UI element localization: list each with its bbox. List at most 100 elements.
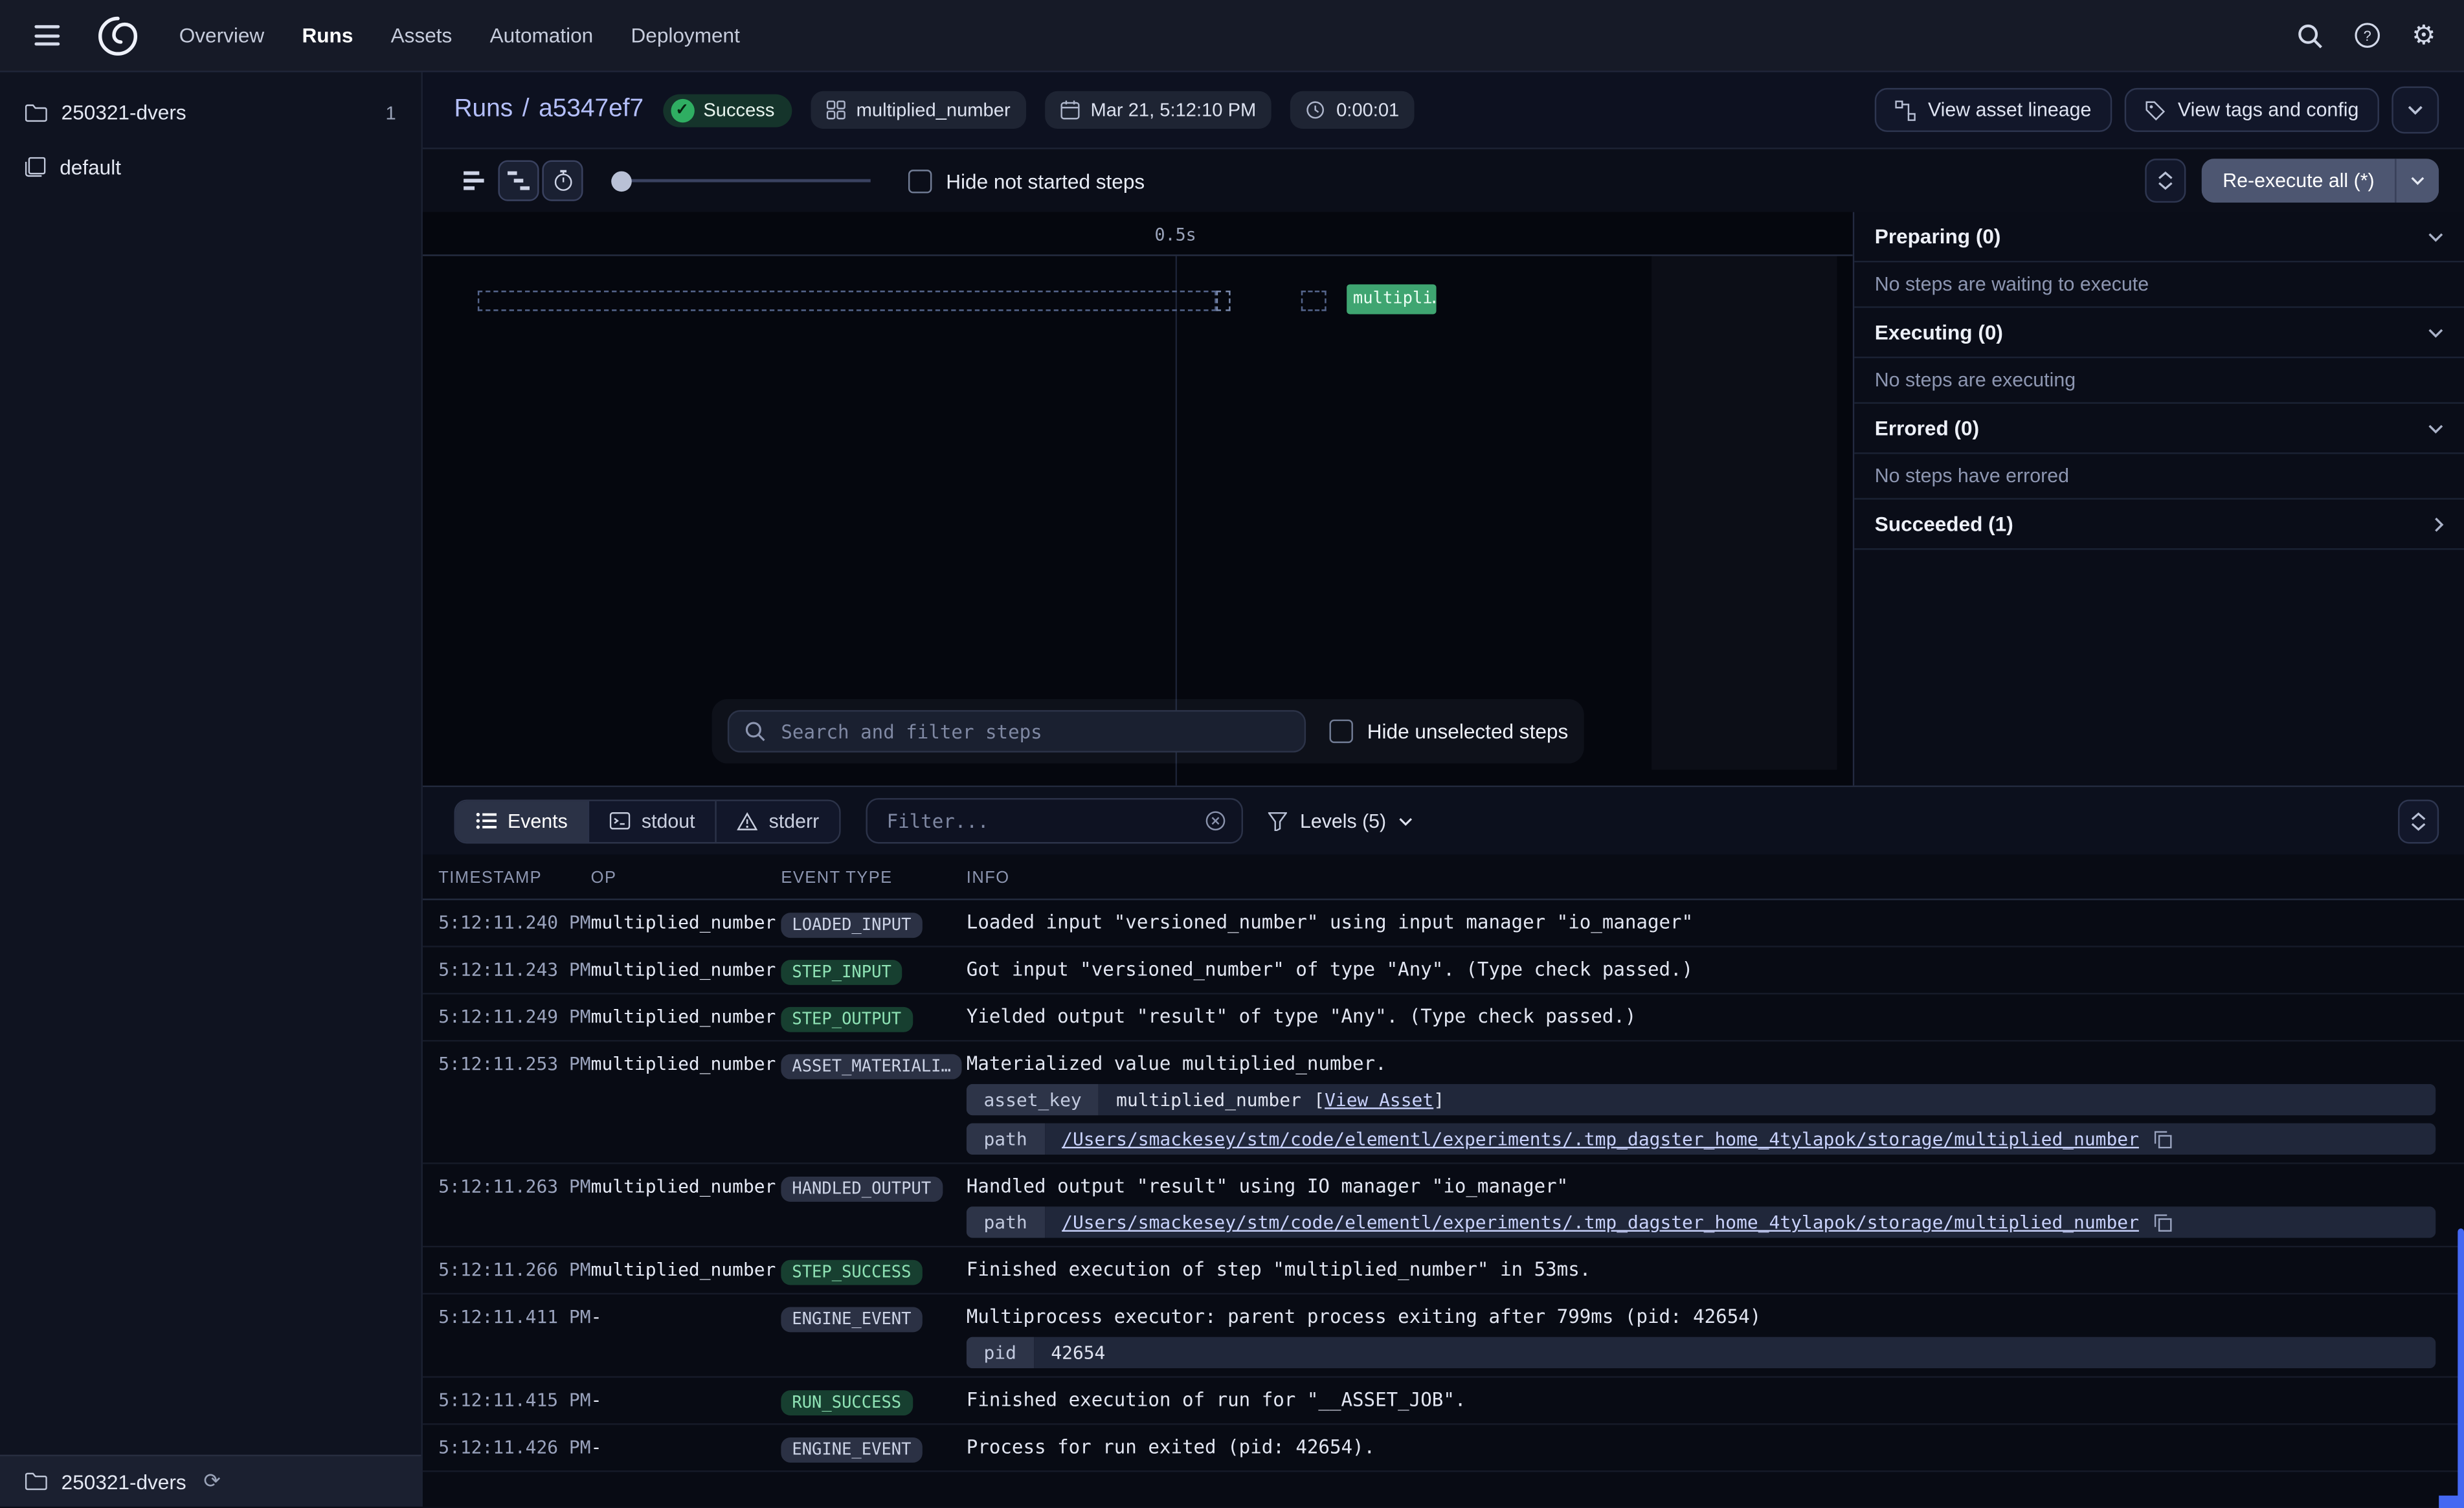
sidebar-item-code-location[interactable]: 250321-dvers 1 [0,85,421,140]
table-row[interactable]: 5:12:11.243 PMmultiplied_numberSTEP_INPU… [423,948,2464,995]
table-row[interactable]: 5:12:11.263 PMmultiplied_numberHANDLED_O… [423,1164,2464,1248]
nav-item-deployment[interactable]: Deployment [631,23,739,47]
view-tags-config-button[interactable]: View tags and config [2124,88,2379,132]
event-op: multiplied_number [591,1173,781,1199]
table-row[interactable]: 5:12:11.266 PMmultiplied_numberSTEP_SUCC… [423,1247,2464,1294]
metadata-key: path [967,1124,1045,1155]
chevron-right-icon [2434,516,2444,531]
section-title: Succeeded (1) [1875,512,2013,535]
event-type-tag: RUN_SUCCESS [781,1390,912,1415]
slider-knob[interactable] [611,170,632,191]
dagster-logo-icon [95,12,142,59]
reexecute-all-button[interactable]: Re-execute all (*) [2202,159,2395,203]
tab-stderr[interactable]: stderr [717,801,840,841]
log-filter-input[interactable] [884,808,1193,834]
event-timestamp: 5:12:11.426 PM [423,1434,591,1459]
section-executing[interactable]: Executing (0) [1854,308,2464,359]
event-timestamp: 5:12:11.266 PM [423,1257,591,1282]
section-succeeded[interactable]: Succeeded (1) [1854,500,2464,548]
gantt-waterfall-view-icon[interactable] [498,161,539,201]
nav-item-assets[interactable]: Assets [391,23,453,47]
table-row[interactable]: 5:12:11.253 PMmultiplied_numberASSET_MAT… [423,1041,2464,1164]
table-row[interactable]: 5:12:11.240 PMmultiplied_numberLOADED_IN… [423,900,2464,948]
stopwatch-icon[interactable] [542,161,583,201]
hide-not-started-toggle[interactable]: Hide not started steps [908,169,1145,192]
event-type-tag: ENGINE_EVENT [781,1437,922,1463]
section-errored[interactable]: Errored (0) [1854,404,2464,454]
vertical-scrollbar-thumb[interactable] [2458,1228,2464,1505]
zoom-slider[interactable] [611,161,871,201]
horizontal-scrollbar-thumb[interactable] [2439,1496,2464,1508]
section-preparing[interactable]: Preparing (0) [1854,212,2464,263]
metadata-text: multiplied_number [1116,1089,1301,1111]
gear-icon[interactable]: ⚙ [2412,22,2436,49]
copy-icon[interactable] [2155,1130,2172,1148]
event-type-cell: STEP_OUTPUT [781,1004,966,1032]
event-type-tag: LOADED_INPUT [781,913,922,938]
metadata-text: 42654 [1051,1342,1105,1364]
event-type-tag: ENGINE_EVENT [781,1307,922,1333]
run-duration-label: 0:00:01 [1336,99,1399,121]
table-row[interactable]: 5:12:11.249 PMmultiplied_numberSTEP_OUTP… [423,994,2464,1041]
folder-icon [25,1472,47,1491]
table-row[interactable]: 5:12:11.411 PM-ENGINE_EVENTMultiprocess … [423,1294,2464,1378]
nav-item-automation[interactable]: Automation [490,23,594,47]
event-op: - [591,1304,781,1329]
step-search-box [728,710,1306,753]
hide-unselected-checkbox[interactable] [1329,720,1352,743]
reexecute-split-button: Re-execute all (*) [2202,159,2439,203]
tab-stdout[interactable]: stdout [590,801,717,841]
table-row[interactable]: 5:12:11.426 PM-ENGINE_EVENTProcess for r… [423,1425,2464,1472]
top-nav: Overview Runs Assets Automation Deployme… [0,0,2464,72]
metadata-row: pid42654 [967,1337,2436,1369]
sidebar-item-default-group[interactable]: default [0,140,421,195]
step-search-input[interactable] [778,718,1289,744]
event-message: Handled output "result" using IO manager… [967,1173,2436,1199]
chevron-down-icon [1399,816,1413,826]
nav-item-overview[interactable]: Overview [179,23,265,47]
path-link[interactable]: /Users/smackesey/stm/code/elementl/exper… [1062,1128,2139,1150]
sidebar-footer[interactable]: 250321-dvers ⟳ [0,1455,421,1507]
gantt-search-overlay: Hide unselected steps [712,699,1584,764]
gantt-timeline: 0.5s [423,212,1853,256]
main-content: Runs / a5347ef7 ✓ Success multiplied_num… [421,72,2464,1507]
panel-resize-button[interactable] [2145,159,2186,203]
event-op: - [591,1387,781,1412]
hide-not-started-checkbox[interactable] [908,169,932,192]
tab-stderr-label: stderr [769,810,820,832]
asset-chip[interactable]: multiplied_number [811,91,1026,129]
event-message: Loaded input "versioned_number" using in… [967,909,2436,935]
metadata-value: multiplied_number[View Asset] [1099,1084,2436,1116]
event-type-tag: HANDLED_OUTPUT [781,1177,942,1202]
levels-dropdown[interactable]: Levels (5) [1268,810,1413,832]
event-message: Multiprocess executor: parent process ex… [967,1304,2436,1329]
log-panel-resize-button[interactable] [2398,799,2439,843]
col-op: OP [591,869,781,887]
gantt-flat-view-icon[interactable] [454,161,495,201]
hamburger-menu-icon[interactable] [28,19,66,52]
footer-code-location-label: 250321-dvers [62,1470,186,1493]
copy-icon[interactable] [2155,1214,2172,1231]
view-asset-link[interactable]: View Asset [1325,1089,1433,1111]
clear-filter-icon[interactable] [1205,810,1226,831]
hide-unselected-label: Hide unselected steps [1367,720,1569,743]
reload-icon[interactable]: ⟳ [203,1469,220,1494]
search-icon[interactable] [2297,23,2322,48]
step-success-bar[interactable]: multipli… [1347,284,1436,314]
reexecute-dropdown-button[interactable] [2395,159,2439,203]
chevron-down-icon [2408,105,2423,115]
breadcrumb-runs-link[interactable]: Runs [454,96,513,124]
view-asset-lineage-button[interactable]: View asset lineage [1874,88,2112,132]
header-more-button[interactable] [2391,87,2439,134]
event-info: Handled output "result" using IO manager… [967,1173,2464,1238]
log-filter-box [866,798,1244,843]
nav-item-runs[interactable]: Runs [302,23,353,47]
table-row[interactable]: 5:12:11.415 PM-RUN_SUCCESSFinished execu… [423,1378,2464,1425]
table-header: TIMESTAMP OP EVENT TYPE INFO [423,854,2464,900]
tab-events[interactable]: Events [456,801,590,841]
event-info: Multiprocess executor: parent process ex… [967,1304,2464,1369]
path-link[interactable]: /Users/smackesey/stm/code/elementl/exper… [1062,1211,2139,1233]
help-icon[interactable]: ? [2353,22,2380,49]
hide-unselected-toggle[interactable]: Hide unselected steps [1329,720,1568,743]
hide-not-started-label: Hide not started steps [946,169,1145,192]
